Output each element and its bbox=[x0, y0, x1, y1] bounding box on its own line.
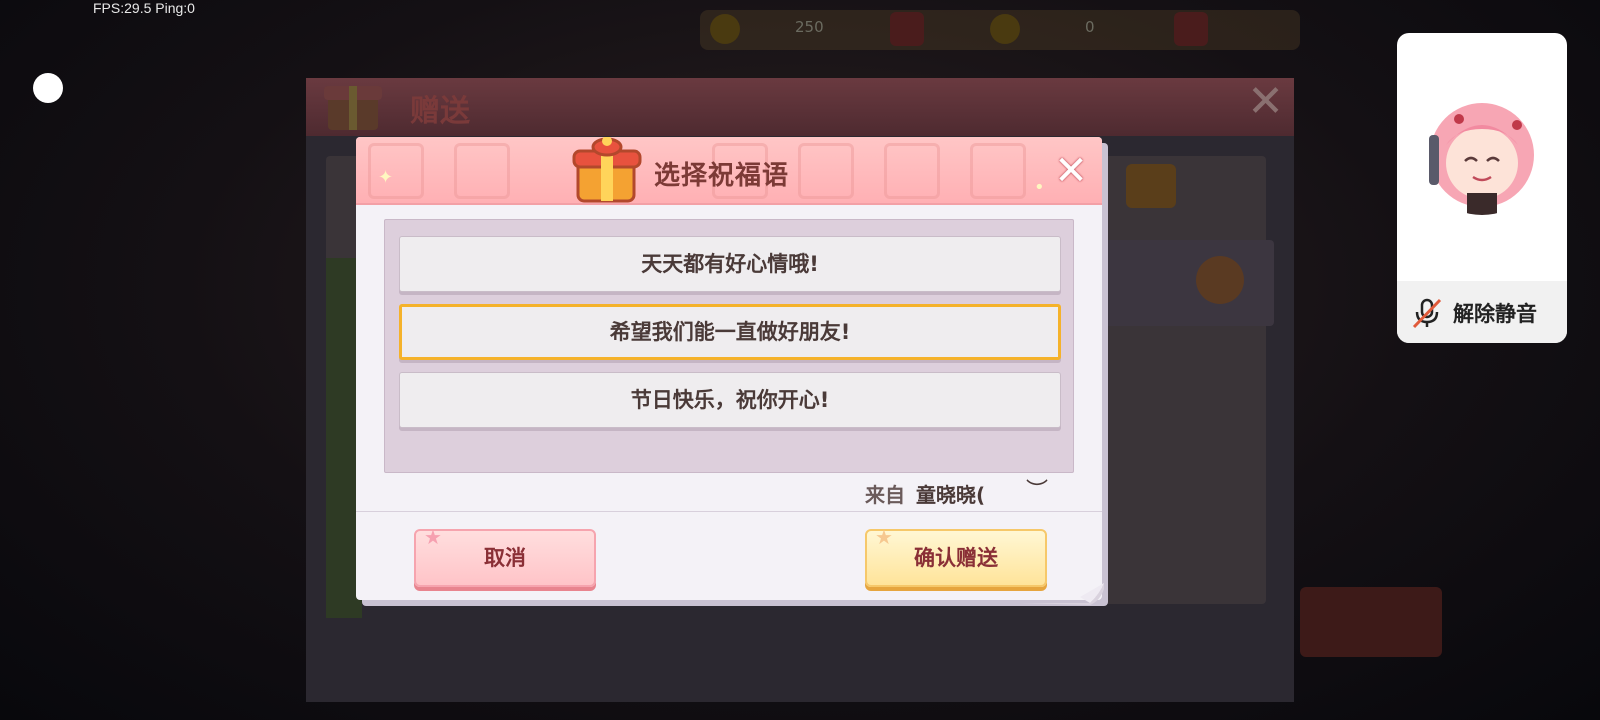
gift-panel-header: 赠送 ✕ bbox=[306, 78, 1294, 136]
from-label: 来自 bbox=[865, 483, 905, 507]
background-red-button bbox=[1300, 587, 1442, 657]
mic-muted-icon bbox=[1412, 298, 1442, 329]
header-pattern bbox=[368, 143, 424, 199]
page-curl-decoration bbox=[1020, 583, 1104, 605]
sparkle-icon: • bbox=[1034, 177, 1045, 198]
star-icon: ★ bbox=[424, 525, 442, 549]
gift-box-icon bbox=[572, 137, 642, 203]
search-button[interactable] bbox=[1126, 164, 1176, 208]
gem-icon bbox=[990, 14, 1020, 44]
close-icon[interactable]: ✕ bbox=[1050, 151, 1092, 193]
sender-name: 童晓晓( bbox=[916, 483, 986, 507]
wish-option-2[interactable]: 希望我们能一直做好朋友! bbox=[399, 304, 1061, 360]
wish-dialog-title: 选择祝福语 bbox=[654, 161, 790, 191]
confirm-button-label: 确认赠送 bbox=[914, 546, 998, 570]
cancel-button[interactable]: ★ 取消 bbox=[414, 525, 596, 587]
coin-icon bbox=[710, 14, 740, 44]
wish-option-3[interactable]: 节日快乐，祝你开心! bbox=[399, 372, 1061, 428]
wish-list: 天天都有好心情哦! 希望我们能一直做好朋友! 节日快乐，祝你开心! bbox=[384, 219, 1074, 473]
header-pattern bbox=[970, 143, 1026, 199]
divider bbox=[356, 511, 1102, 512]
game-screen: 250 0 FPS:29.5 Ping:0 赠送 ✕ ✦ • 选择祝福语 ✕ 天… bbox=[0, 0, 1600, 720]
gift-panel-title: 赠送 bbox=[410, 94, 470, 129]
coin-count: 250 bbox=[795, 18, 824, 36]
gift-box-icon bbox=[324, 86, 382, 130]
cancel-button-label: 取消 bbox=[484, 546, 526, 570]
fps-readout: FPS:29.5 Ping:0 bbox=[93, 0, 195, 16]
header-pattern bbox=[884, 143, 940, 199]
wish-dialog-header: ✦ • 选择祝福语 ✕ bbox=[356, 137, 1102, 205]
add-coin-button[interactable] bbox=[890, 12, 924, 46]
unmute-bar[interactable]: 解除静音 bbox=[1397, 281, 1567, 343]
header-pattern bbox=[798, 143, 854, 199]
wish-dialog: ✦ • 选择祝福语 ✕ 天天都有好心情哦! 希望我们能一直做好朋友! 节日快乐，… bbox=[356, 137, 1102, 600]
floating-ball[interactable] bbox=[33, 73, 63, 103]
add-gem-button[interactable] bbox=[1174, 12, 1208, 46]
wish-option-1[interactable]: 天天都有好心情哦! bbox=[399, 236, 1061, 292]
unmute-label: 解除静音 bbox=[1453, 302, 1537, 326]
mail-icon[interactable] bbox=[1196, 256, 1244, 304]
star-icon: ★ bbox=[875, 525, 893, 549]
sparkle-icon: ✦ bbox=[378, 167, 394, 188]
chevron-down-icon[interactable]: ︶ bbox=[1026, 473, 1048, 505]
confirm-gift-button[interactable]: ★ 确认赠送 bbox=[865, 525, 1047, 587]
header-pattern bbox=[454, 143, 510, 199]
avatar bbox=[1417, 85, 1547, 215]
gem-count: 0 bbox=[1085, 18, 1095, 36]
gift-panel-close-icon[interactable]: ✕ bbox=[1247, 80, 1284, 124]
voice-chat-card[interactable]: 解除静音 bbox=[1397, 33, 1567, 343]
